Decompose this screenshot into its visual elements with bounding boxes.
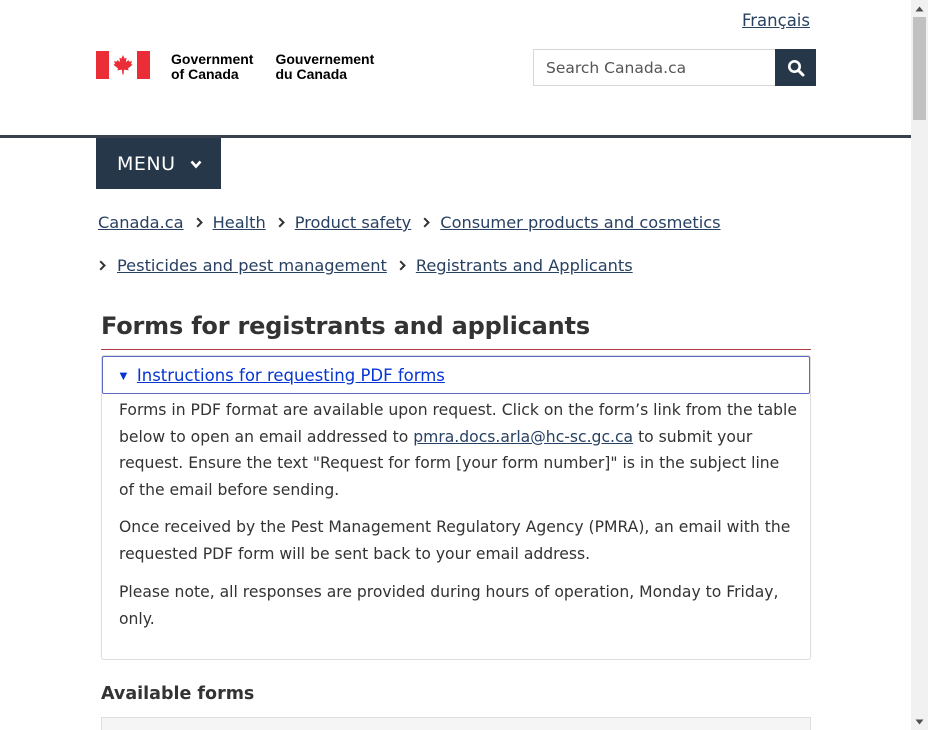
- signature-fr-line1: Gouvernement: [275, 51, 375, 67]
- page: Français Government of Canada Gouverneme…: [0, 0, 911, 730]
- government-signature[interactable]: Government of Canada Gouvernement du Can…: [96, 51, 374, 82]
- signature-english: Government of Canada: [171, 52, 253, 82]
- chevron-right-icon: [99, 256, 106, 275]
- search-input[interactable]: [533, 49, 775, 86]
- chevron-right-icon: [423, 213, 431, 232]
- menu-button[interactable]: MENU: [96, 138, 221, 189]
- instructions-paragraph-2: Once received by the Pest Management Reg…: [119, 518, 791, 563]
- forms-table: [101, 717, 811, 730]
- maple-leaf-icon: [113, 55, 133, 75]
- scroll-up-arrow-icon[interactable]: [911, 0, 928, 17]
- breadcrumb: Canada.ca Health Product safety Consumer…: [98, 213, 818, 232]
- search-form: [533, 49, 816, 86]
- signature-french: Gouvernement du Canada: [275, 52, 374, 82]
- signature-en-line1: Government: [171, 51, 254, 67]
- search-icon: [787, 59, 804, 76]
- breadcrumb-link-health[interactable]: Health: [213, 213, 266, 232]
- chevron-down-icon: [190, 160, 201, 169]
- breadcrumb-link-product-safety[interactable]: Product safety: [295, 213, 412, 232]
- language-toggle-link[interactable]: Français: [742, 11, 810, 30]
- instructions-summary-link[interactable]: Instructions for requesting PDF forms: [137, 366, 445, 385]
- instructions-details: ▼ Instructions for requesting PDF forms …: [101, 355, 811, 660]
- instructions-summary[interactable]: ▼ Instructions for requesting PDF forms: [102, 356, 810, 394]
- pmra-email-link[interactable]: pmra.docs.arla@hc-sc.gc.ca: [413, 428, 633, 446]
- menu-label: MENU: [117, 152, 176, 175]
- search-button[interactable]: [775, 49, 816, 86]
- instructions-paragraph-1: Forms in PDF format are available upon r…: [119, 397, 799, 503]
- chevron-right-icon: [196, 213, 203, 232]
- scrollbar-thumb[interactable]: [913, 17, 926, 120]
- triangle-down-icon: ▼: [117, 368, 130, 383]
- signature-fr-line2: du Canada: [275, 66, 348, 82]
- breadcrumb-link-canada[interactable]: Canada.ca: [98, 213, 184, 232]
- vertical-scrollbar[interactable]: [911, 0, 928, 730]
- page-title: Forms for registrants and applicants: [101, 312, 590, 340]
- chevron-right-icon: [278, 213, 285, 232]
- breadcrumb-link-consumer-products[interactable]: Consumer products and cosmetics: [440, 213, 720, 232]
- available-forms-heading: Available forms: [101, 684, 255, 704]
- scroll-down-arrow-icon[interactable]: [911, 713, 928, 730]
- breadcrumb-continued: Pesticides and pest management Registran…: [99, 256, 819, 275]
- breadcrumb-link-registrants[interactable]: Registrants and Applicants: [416, 256, 633, 275]
- signature-en-line2: of Canada: [171, 66, 239, 82]
- instructions-paragraph-3: Please note, all responses are provided …: [119, 583, 779, 628]
- canada-flag-logo: [96, 51, 150, 79]
- breadcrumb-link-pesticides[interactable]: Pesticides and pest management: [117, 256, 387, 275]
- chevron-right-icon: [399, 256, 406, 275]
- title-underline: [101, 349, 811, 350]
